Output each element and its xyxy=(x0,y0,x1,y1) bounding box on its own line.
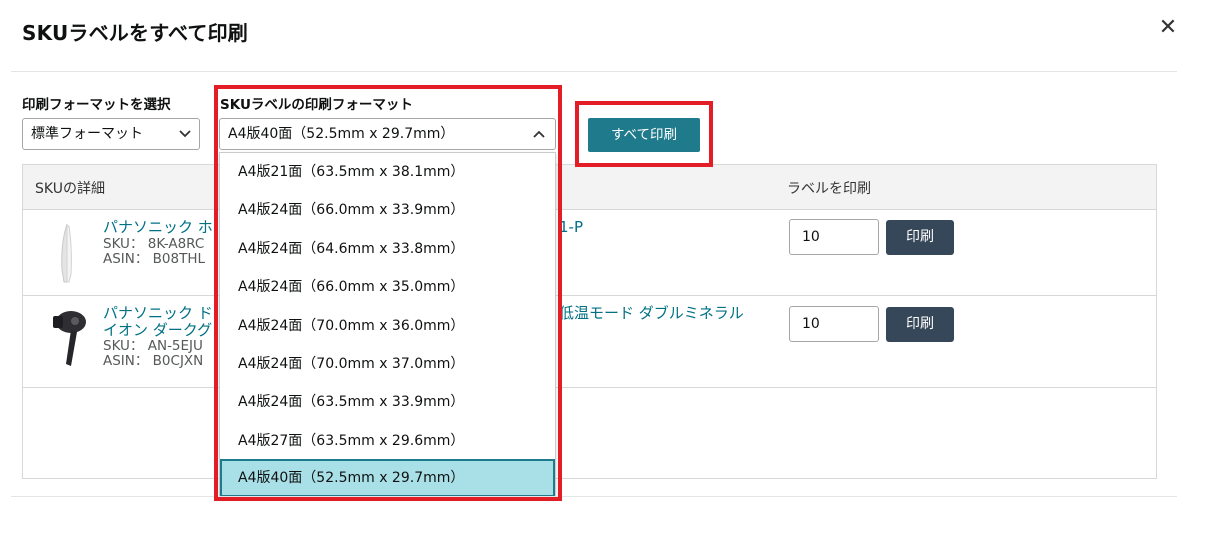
print-row-button[interactable]: 印刷 xyxy=(886,220,954,255)
format-option[interactable]: A4版24面（64.6mm x 33.8mm） xyxy=(220,230,555,268)
header-sku-details: SKUの詳細 xyxy=(35,181,105,197)
sku-text: SKU： AN-5EJU xyxy=(103,338,203,354)
product-name-tail[interactable]: 1-P xyxy=(559,219,583,236)
format-option[interactable]: A4版24面（70.0mm x 37.0mm） xyxy=(220,345,555,383)
hair-iron-icon xyxy=(61,223,72,283)
label-qty-input[interactable]: 10 xyxy=(789,306,879,342)
chevron-down-icon xyxy=(179,119,191,138)
sku-text: SKU： 8K-A8RC xyxy=(103,236,205,252)
sku-table: SKUの詳細 ラベルを印刷 パナソニック ホ 1-P SKU： 8K-A8RC … xyxy=(22,164,1157,479)
asin-text: ASIN： B0CJXN xyxy=(103,353,204,369)
modal-title: SKUラベルをすべて印刷 xyxy=(22,21,248,45)
format-option[interactable]: A4版24面（70.0mm x 36.0mm） xyxy=(220,307,555,345)
format-option[interactable]: A4版24面（66.0mm x 35.0mm） xyxy=(220,268,555,306)
close-icon[interactable]: ✕ xyxy=(1157,17,1179,39)
sku-format-select[interactable]: A4版40面（52.5mm x 29.7mm） xyxy=(219,118,556,150)
product-name-line2[interactable]: イオン ダークグ xyxy=(103,322,212,339)
sku-format-dropdown: A4版21面（63.5mm x 38.1mm） A4版24面（66.0mm x … xyxy=(219,152,556,497)
product-name-tail[interactable]: 低温モード ダブルミネラル xyxy=(559,305,744,322)
format-select-label: 印刷フォーマットを選択 xyxy=(22,97,171,113)
format-select[interactable]: 標準フォーマット xyxy=(22,118,200,150)
format-option[interactable]: A4版24面（66.0mm x 33.9mm） xyxy=(220,191,555,229)
format-select-value: 標準フォーマット xyxy=(31,126,143,142)
product-name-link[interactable]: パナソニック ド xyxy=(103,305,213,322)
sku-format-label: SKUラベルの印刷フォーマット xyxy=(220,97,413,113)
print-all-button[interactable]: すべて印刷 xyxy=(588,118,700,152)
product-name-link[interactable]: パナソニック ホ xyxy=(103,219,213,236)
format-option-selected[interactable]: A4版40面（52.5mm x 29.7mm） xyxy=(220,459,555,497)
format-option[interactable]: A4版27面（63.5mm x 29.6mm） xyxy=(220,422,555,460)
table-header: SKUの詳細 ラベルを印刷 xyxy=(23,165,1156,210)
table-row: パナソニック ド 低温モード ダブルミネラル イオン ダークグ SKU： AN-… xyxy=(23,296,1156,388)
footer-divider xyxy=(11,496,1177,497)
header-divider xyxy=(11,71,1177,72)
header-print-labels: ラベルを印刷 xyxy=(787,181,871,197)
chevron-up-icon xyxy=(533,119,545,138)
table-row: パナソニック ホ 1-P SKU： 8K-A8RC ASIN： B08THL 1… xyxy=(23,210,1156,296)
format-option[interactable]: A4版21面（63.5mm x 38.1mm） xyxy=(220,153,555,191)
hair-dryer-icon xyxy=(53,311,86,366)
format-option[interactable]: A4版24面（63.5mm x 33.9mm） xyxy=(220,383,555,421)
label-qty-input[interactable]: 10 xyxy=(789,219,879,255)
asin-text: ASIN： B08THL xyxy=(103,251,206,267)
print-row-button[interactable]: 印刷 xyxy=(886,307,954,342)
sku-format-select-value: A4版40面（52.5mm x 29.7mm） xyxy=(228,126,455,142)
